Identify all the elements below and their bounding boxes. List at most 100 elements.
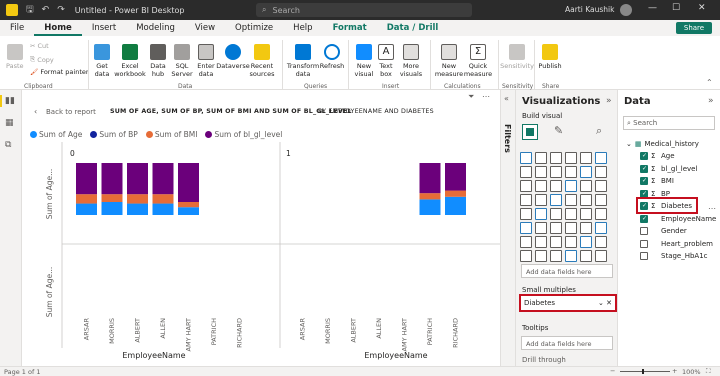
- field-checkbox[interactable]: [640, 152, 648, 160]
- redo-icon[interactable]: ↷: [57, 5, 65, 15]
- user-name[interactable]: Aarti Kaushik: [565, 5, 614, 14]
- visual-type-icon[interactable]: [535, 166, 547, 178]
- visual-type-icon[interactable]: [535, 194, 547, 206]
- maximize-icon[interactable]: ☐: [672, 3, 680, 13]
- cut-button[interactable]: ✂ Cut: [30, 42, 49, 50]
- field-item[interactable]: Heart_problem: [640, 239, 713, 248]
- search-box[interactable]: ⌕ Search: [256, 3, 472, 17]
- collapse-icon[interactable]: »: [708, 96, 714, 106]
- visual-type-icon[interactable]: [535, 208, 547, 220]
- format-painter-button[interactable]: 🖌 Format painter: [30, 68, 89, 76]
- tab-view[interactable]: View: [185, 20, 225, 36]
- format-visual-tab[interactable]: ✎: [554, 124, 563, 137]
- tab-modeling[interactable]: Modeling: [126, 20, 185, 36]
- field-item[interactable]: Σ BMI: [640, 177, 674, 185]
- recent-sources-button[interactable]: Recent sources: [248, 44, 276, 78]
- visual-type-icon[interactable]: [550, 250, 562, 262]
- collapse-ribbon-icon[interactable]: ⌃: [706, 78, 713, 87]
- legend-item[interactable]: Sum of Age: [30, 130, 82, 139]
- field-checkbox[interactable]: [640, 252, 648, 260]
- field-checkbox[interactable]: [640, 164, 648, 173]
- visual-type-icon[interactable]: [580, 166, 592, 178]
- field-checkbox[interactable]: [640, 227, 648, 235]
- visual-type-icon[interactable]: [595, 180, 607, 192]
- tab-home[interactable]: Home: [34, 20, 82, 36]
- visual-type-icon[interactable]: [535, 152, 547, 164]
- visual-type-icon[interactable]: [535, 250, 547, 262]
- visual-type-icon[interactable]: [520, 180, 532, 192]
- tab-insert[interactable]: Insert: [82, 20, 126, 36]
- zoom-out-icon[interactable]: −: [610, 367, 615, 375]
- visual-type-icon[interactable]: [535, 236, 547, 248]
- analytics-tab[interactable]: ⌕: [596, 124, 602, 138]
- visual-type-icon[interactable]: [595, 194, 607, 206]
- field-checkbox[interactable]: [640, 177, 648, 185]
- visual-type-icon[interactable]: [550, 208, 562, 220]
- visual-type-icon[interactable]: [580, 194, 592, 206]
- visual-type-icon[interactable]: [595, 166, 607, 178]
- visual-type-icon[interactable]: [565, 222, 577, 234]
- more-options-icon[interactable]: ⋯: [482, 92, 490, 101]
- visual-type-icon[interactable]: [595, 236, 607, 248]
- visual-type-icon[interactable]: [595, 152, 607, 164]
- publish-button[interactable]: Publish: [538, 44, 562, 70]
- legend-item[interactable]: Sum of bl_gl_level: [205, 130, 282, 139]
- back-arrow-icon[interactable]: ‹: [34, 107, 37, 116]
- paste-button[interactable]: Paste: [6, 44, 24, 70]
- legend-item[interactable]: Sum of BMI: [145, 130, 197, 139]
- visual-type-icon[interactable]: [565, 194, 577, 206]
- add-data-fields-well[interactable]: Add data fields here: [521, 264, 613, 278]
- visual-type-icon[interactable]: [520, 208, 532, 220]
- back-to-report-link[interactable]: Back to report: [46, 108, 96, 116]
- data-search-input[interactable]: ⌕ Search: [623, 116, 715, 130]
- visual-type-icon[interactable]: [565, 152, 577, 164]
- refresh-button[interactable]: Refresh: [320, 44, 344, 70]
- new-measure-button[interactable]: New measure: [435, 44, 463, 78]
- avatar[interactable]: [620, 4, 632, 16]
- quick-measure-button[interactable]: Σ Quick measure: [464, 44, 492, 78]
- data-hub-button[interactable]: Data hub: [148, 44, 168, 78]
- report-view-icon[interactable]: ▮▮: [0, 95, 16, 107]
- new-visual-button[interactable]: New visual: [352, 44, 376, 78]
- field-item[interactable]: Gender: [640, 227, 687, 235]
- field-checkbox[interactable]: [640, 239, 648, 248]
- filters-pane-collapsed[interactable]: « Filters: [500, 90, 516, 366]
- tab-help[interactable]: Help: [283, 20, 322, 36]
- zoom-in-icon[interactable]: +: [672, 367, 677, 375]
- visual-type-icon[interactable]: [580, 222, 592, 234]
- visual-type-icon[interactable]: [595, 208, 607, 220]
- visual-type-icon[interactable]: [580, 250, 592, 262]
- visual-type-icon[interactable]: [550, 194, 562, 206]
- more-options-icon[interactable]: ⋯: [708, 204, 716, 213]
- tab-optimize[interactable]: Optimize: [225, 20, 283, 36]
- visual-type-icon[interactable]: [580, 180, 592, 192]
- text-box-button[interactable]: A Text box: [376, 44, 396, 78]
- visual-type-icon[interactable]: [580, 208, 592, 220]
- visual-type-icon[interactable]: [520, 166, 532, 178]
- field-item[interactable]: EmployeeName: [640, 214, 716, 223]
- sensitivity-button[interactable]: Sensitivity: [500, 44, 534, 70]
- undo-icon[interactable]: ↶: [42, 5, 50, 15]
- filter-icon[interactable]: ⏷: [468, 92, 474, 102]
- collapse-icon[interactable]: »: [606, 96, 612, 106]
- visual-type-icon[interactable]: [535, 180, 547, 192]
- table-node[interactable]: ⌄ ▦ Medical_history: [626, 140, 699, 148]
- get-data-button[interactable]: Get data: [92, 44, 112, 78]
- zoom-slider-thumb[interactable]: [642, 369, 644, 374]
- more-visuals-button[interactable]: More visuals: [398, 44, 424, 78]
- table-view-icon[interactable]: ▦: [5, 118, 16, 128]
- dataverse-button[interactable]: Dataverse: [216, 44, 250, 70]
- visual-type-icon[interactable]: [520, 236, 532, 248]
- legend-item[interactable]: Sum of BP: [90, 130, 138, 139]
- visual-type-icon[interactable]: [580, 152, 592, 164]
- zoom-slider[interactable]: [620, 371, 670, 372]
- copy-button[interactable]: ⎘ Copy: [30, 55, 54, 64]
- small-multiples-field[interactable]: Diabetes ⌄ ✕: [519, 294, 617, 312]
- visual-type-icon[interactable]: [535, 222, 547, 234]
- visual-type-icon[interactable]: [520, 194, 532, 206]
- tab-data-drill[interactable]: Data / Drill: [377, 20, 449, 36]
- save-icon[interactable]: 🖫: [26, 2, 34, 18]
- field-item[interactable]: Stage_HbA1c: [640, 252, 708, 260]
- visual-type-icon[interactable]: [565, 250, 577, 262]
- visual-type-icon[interactable]: [520, 222, 532, 234]
